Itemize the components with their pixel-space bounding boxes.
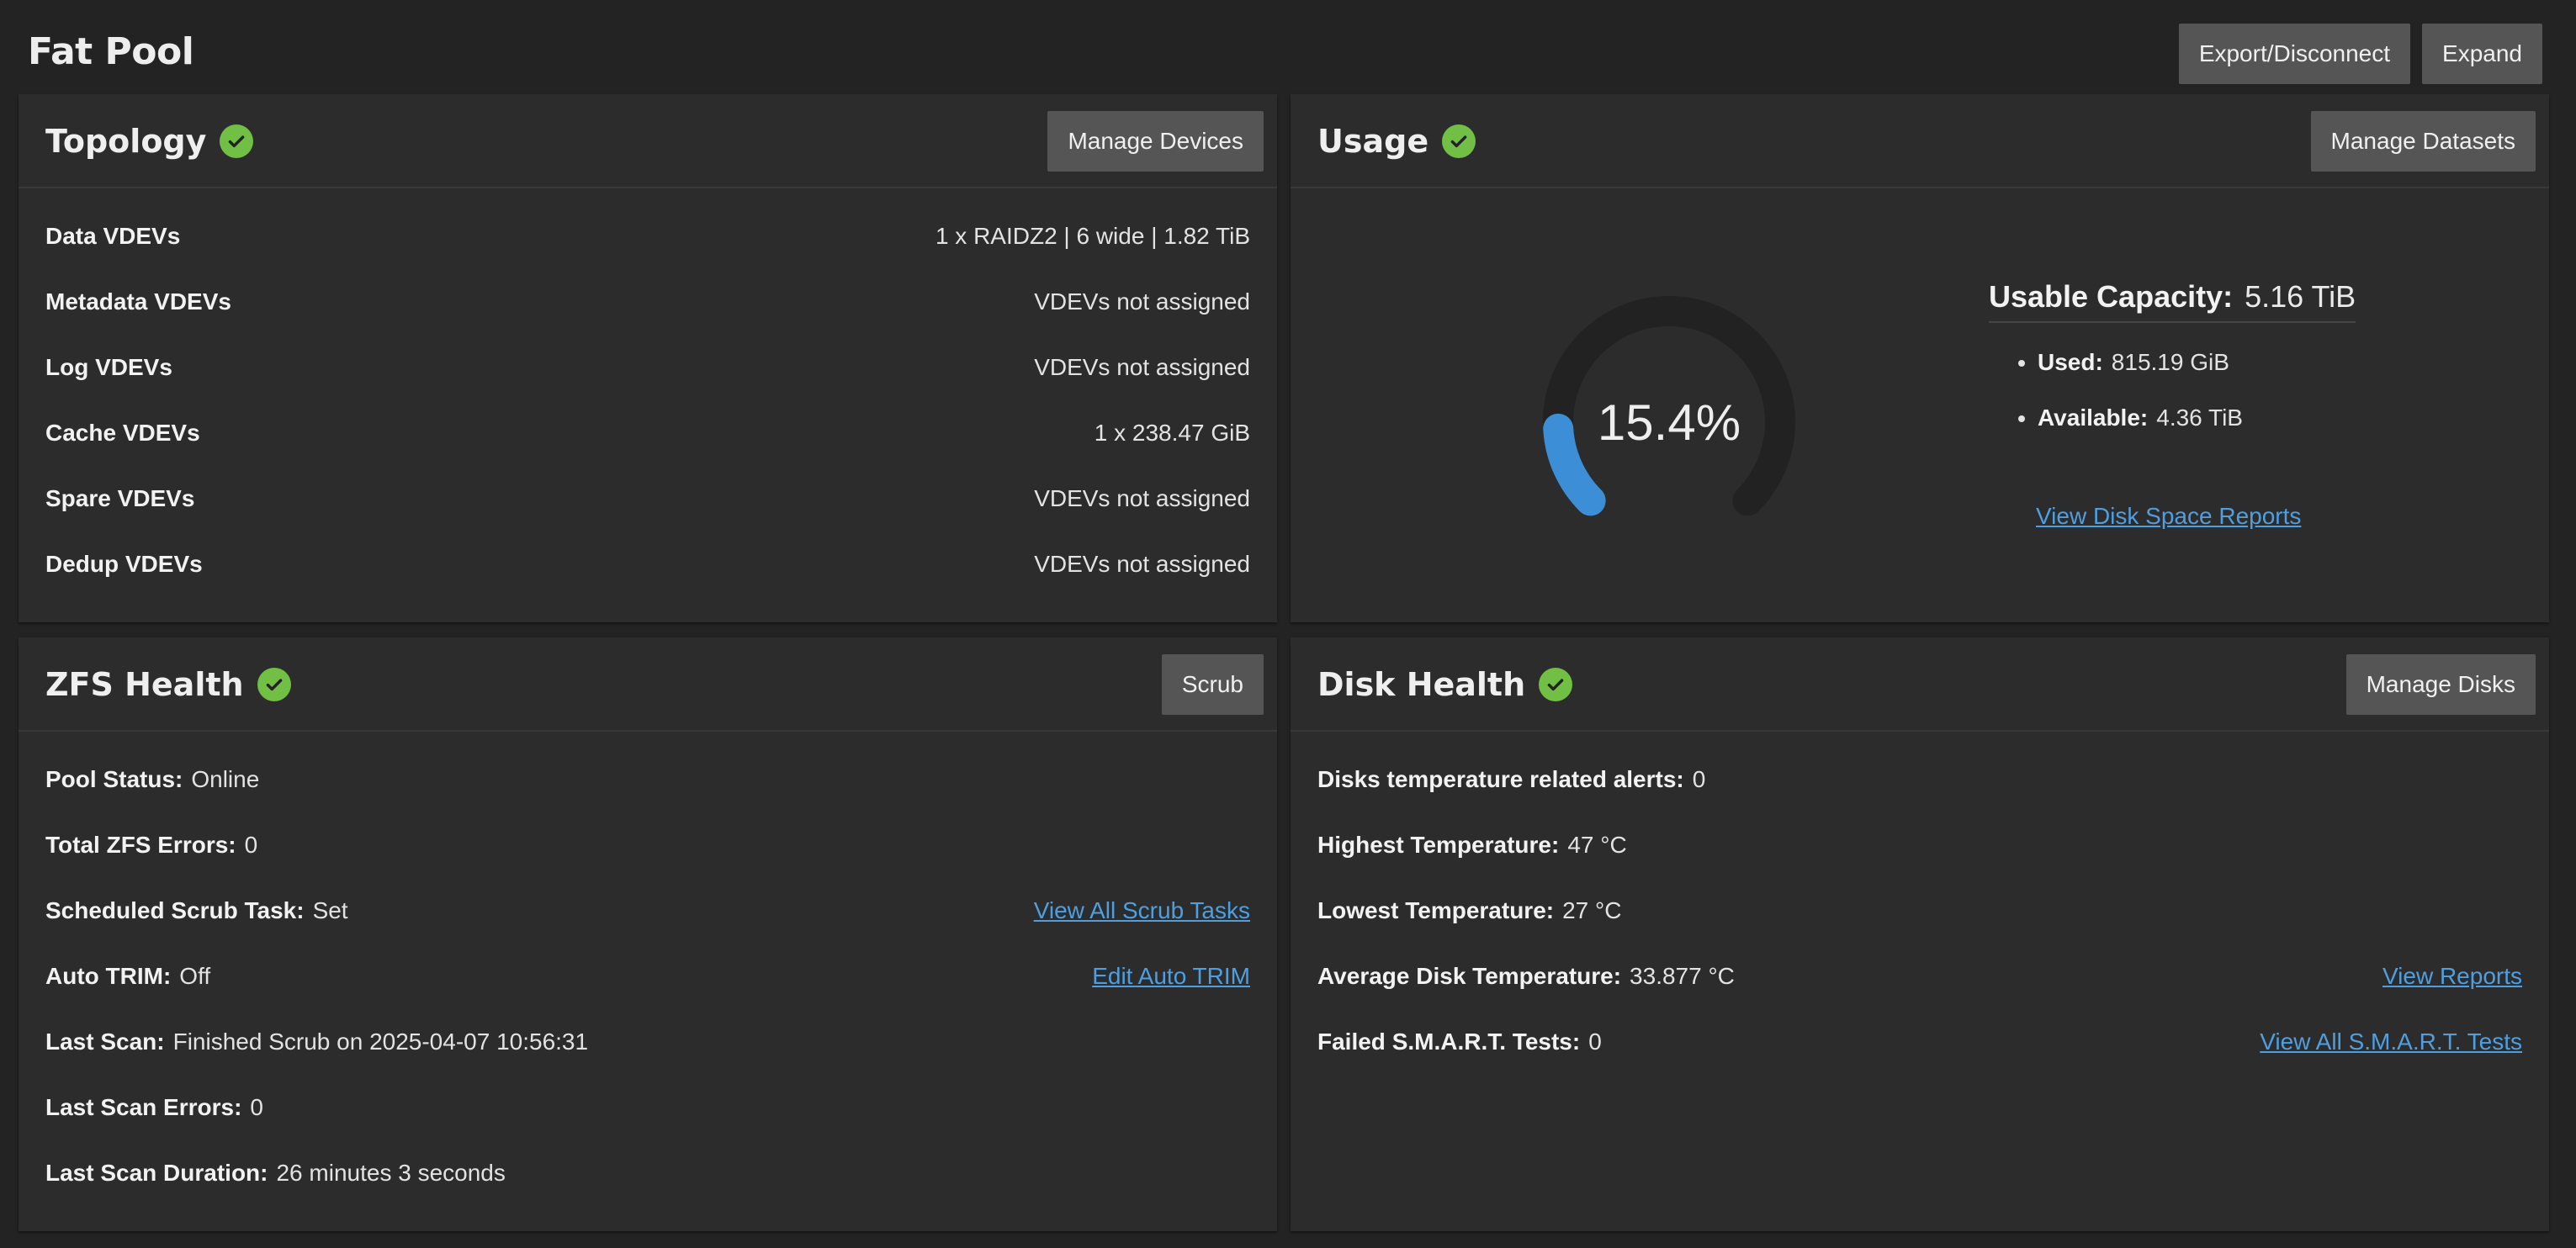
view-all-scrub-tasks-link[interactable]: View All Scrub Tasks xyxy=(1034,897,1250,924)
expand-button[interactable]: Expand xyxy=(2422,24,2542,84)
topology-header: Topology Manage Devices xyxy=(19,94,1277,188)
check-circle-icon xyxy=(1442,124,1476,158)
disk-health-card: Disk Health Manage Disks Disks temperatu… xyxy=(1291,637,2549,1231)
check-circle-icon xyxy=(257,668,291,701)
disk-health-rows: Disks temperature related alerts: 0 Highe… xyxy=(1291,732,2549,1075)
topology-row-metadata: Metadata VDEVs VDEVs not assigned xyxy=(45,288,1250,315)
topology-row-data: Data VDEVs 1 x RAIDZ2 | 6 wide | 1.82 Ti… xyxy=(45,223,1250,249)
top-actions: Export/Disconnect Expand xyxy=(2178,24,2542,84)
usage-gauge: 15.4% xyxy=(1526,279,1812,565)
topology-title: Topology xyxy=(45,123,207,160)
manage-devices-button[interactable]: Manage Devices xyxy=(1047,111,1264,172)
topology-row-cache: Cache VDEVs 1 x 238.47 GiB xyxy=(45,420,1250,446)
capacity-value: 5.16 TiB xyxy=(2245,279,2356,314)
scrub-button[interactable]: Scrub xyxy=(1161,654,1264,715)
zfs-row-last-scan-errors: Last Scan Errors: 0 xyxy=(45,1094,263,1120)
disk-row-failed-smart: Failed S.M.A.R.T. Tests: 0 View All S.M.A… xyxy=(1317,1029,2522,1055)
disk-row-lowest-temp: Lowest Temperature: 27 °C xyxy=(1317,897,1622,923)
usage-header: Usage Manage Datasets xyxy=(1291,94,2549,188)
zfs-health-rows: Pool Status: Online Total ZFS Errors: 0 Sc… xyxy=(19,732,1277,1206)
manage-disks-button[interactable]: Manage Disks xyxy=(2345,654,2536,715)
usage-card: Usage Manage Datasets 15.4% Usable Capac… xyxy=(1291,94,2549,622)
usage-title: Usage xyxy=(1317,123,1429,160)
topology-row-spare: Spare VDEVs VDEVs not assigned xyxy=(45,485,1250,511)
zfs-health-card: ZFS Health Scrub Pool Status: Online Tota… xyxy=(19,637,1277,1231)
zfs-health-title: ZFS Health xyxy=(45,666,244,703)
disk-row-temp-alerts: Disks temperature related alerts: 0 xyxy=(1317,766,1706,792)
zfs-row-scrub-task: Scheduled Scrub Task: Set View All Scrub … xyxy=(45,897,1250,924)
view-disk-space-reports-link[interactable]: View Disk Space Reports xyxy=(2036,503,2301,530)
export-disconnect-button[interactable]: Export/Disconnect xyxy=(2178,24,2411,84)
available-item: Available:4.36 TiB xyxy=(2038,390,2356,446)
capacity-list: Used:815.19 GiB Available:4.36 TiB xyxy=(1989,335,2356,446)
page-title: Fat Pool xyxy=(28,30,194,73)
zfs-row-auto-trim: Auto TRIM: Off Edit Auto TRIM xyxy=(45,963,1250,990)
zfs-health-header: ZFS Health Scrub xyxy=(19,637,1277,732)
view-reports-link[interactable]: View Reports xyxy=(2383,963,2522,990)
capacity-label: Usable Capacity: xyxy=(1989,279,2234,314)
topology-row-log: Log VDEVs VDEVs not assigned xyxy=(45,354,1250,380)
zfs-row-pool-status: Pool Status: Online xyxy=(45,766,260,792)
edit-auto-trim-link[interactable]: Edit Auto TRIM xyxy=(1092,963,1250,990)
topology-card: Topology Manage Devices Data VDEVs 1 x R… xyxy=(19,94,1277,622)
check-circle-icon xyxy=(1539,668,1573,701)
topology-row-dedup: Dedup VDEVs VDEVs not assigned xyxy=(45,551,1250,577)
disk-health-title: Disk Health xyxy=(1317,666,1526,703)
manage-datasets-button[interactable]: Manage Datasets xyxy=(2310,111,2536,172)
gauge-percent: 15.4% xyxy=(1597,394,1741,451)
zfs-row-last-scan: Last Scan: Finished Scrub on 2025-04-07 1… xyxy=(45,1029,589,1055)
zfs-row-total-errors: Total ZFS Errors: 0 xyxy=(45,832,258,858)
disk-health-header: Disk Health Manage Disks xyxy=(1291,637,2549,732)
disk-row-average-temp: Average Disk Temperature: 33.877 °C View … xyxy=(1317,963,2522,990)
view-all-smart-tests-link[interactable]: View All S.M.A.R.T. Tests xyxy=(2260,1029,2522,1055)
check-circle-icon xyxy=(220,124,254,158)
disk-row-highest-temp: Highest Temperature: 47 °C xyxy=(1317,832,1627,858)
usable-capacity: Usable Capacity: 5.16 TiB Used:815.19 GiB… xyxy=(1989,279,2356,446)
zfs-row-last-scan-duration: Last Scan Duration: 26 minutes 3 seconds xyxy=(45,1160,506,1186)
used-item: Used:815.19 GiB xyxy=(2038,335,2356,390)
topology-rows: Data VDEVs 1 x RAIDZ2 | 6 wide | 1.82 Ti… xyxy=(19,188,1277,597)
